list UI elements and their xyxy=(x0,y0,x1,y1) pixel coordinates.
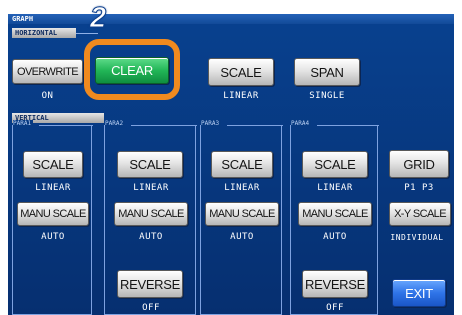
para1-group: PARA1 SCALE LINEAR MANU SCALE AUTO xyxy=(12,120,93,315)
para3-manu-scale-button[interactable]: MANU SCALE xyxy=(205,202,279,226)
para2-group: PARA2 SCALE LINEAR MANU SCALE AUTO REVER… xyxy=(104,120,197,315)
overwrite-button[interactable]: OVERWRITE xyxy=(12,59,83,84)
grid-button[interactable]: GRID xyxy=(389,150,449,178)
clear-button-highlight xyxy=(84,39,180,100)
para1-scale-value: LINEAR xyxy=(35,183,71,193)
graph-settings-screen: GRAPH HORIZONTAL OVERWRITE ON CLEAR SCAL… xyxy=(8,14,454,315)
para2-reverse-value: OFF xyxy=(142,303,160,313)
para4-manu-scale-value: AUTO xyxy=(323,232,347,242)
span-value: SINGLE xyxy=(309,91,345,101)
para4-group-line xyxy=(317,125,379,126)
para2-scale-button[interactable]: SCALE xyxy=(117,151,183,178)
para2-group-line xyxy=(131,125,197,126)
para4-scale-button[interactable]: SCALE xyxy=(302,151,368,178)
para4-reverse-button[interactable]: REVERSE xyxy=(302,270,368,298)
para2-manu-scale-value: AUTO xyxy=(139,232,163,242)
para4-manu-scale-button[interactable]: MANU SCALE xyxy=(298,202,372,226)
para1-label: PARA1 xyxy=(13,120,34,127)
para3-label: PARA3 xyxy=(201,120,222,127)
horizontal-scale-value: LINEAR xyxy=(223,91,259,101)
exit-button[interactable]: EXIT xyxy=(392,279,446,307)
para3-manu-scale-value: AUTO xyxy=(230,232,254,242)
overwrite-value: ON xyxy=(41,91,54,101)
para3-group-line xyxy=(227,125,283,126)
window-title: GRAPH xyxy=(8,14,454,24)
para1-manu-scale-button[interactable]: MANU SCALE xyxy=(17,202,89,226)
xy-scale-button[interactable]: X-Y SCALE xyxy=(389,202,451,226)
xy-scale-value: INDIVIDUAL xyxy=(390,233,444,242)
para1-scale-button[interactable]: SCALE xyxy=(23,151,83,178)
horizontal-section-label: HORIZONTAL xyxy=(12,28,76,38)
para1-group-line xyxy=(39,125,93,126)
step-number: 2 xyxy=(90,2,107,35)
para2-scale-value: LINEAR xyxy=(133,183,169,193)
para2-manu-scale-button[interactable]: MANU SCALE xyxy=(114,202,188,226)
para3-scale-value: LINEAR xyxy=(224,183,260,193)
span-button[interactable]: SPAN xyxy=(294,58,360,86)
para2-reverse-button[interactable]: REVERSE xyxy=(117,270,183,298)
grid-value: P1 P3 xyxy=(404,183,434,193)
para4-scale-value: LINEAR xyxy=(317,183,353,193)
para3-group: PARA3 SCALE LINEAR MANU SCALE AUTO xyxy=(200,120,283,315)
para4-label: PARA4 xyxy=(291,120,312,127)
horizontal-scale-button[interactable]: SCALE xyxy=(208,58,274,86)
para3-scale-button[interactable]: SCALE xyxy=(211,151,273,178)
para2-label: PARA2 xyxy=(105,120,126,127)
para4-reverse-value: OFF xyxy=(326,303,344,313)
para1-manu-scale-value: AUTO xyxy=(41,232,65,242)
para4-group: PARA4 SCALE LINEAR MANU SCALE AUTO REVER… xyxy=(290,120,379,315)
